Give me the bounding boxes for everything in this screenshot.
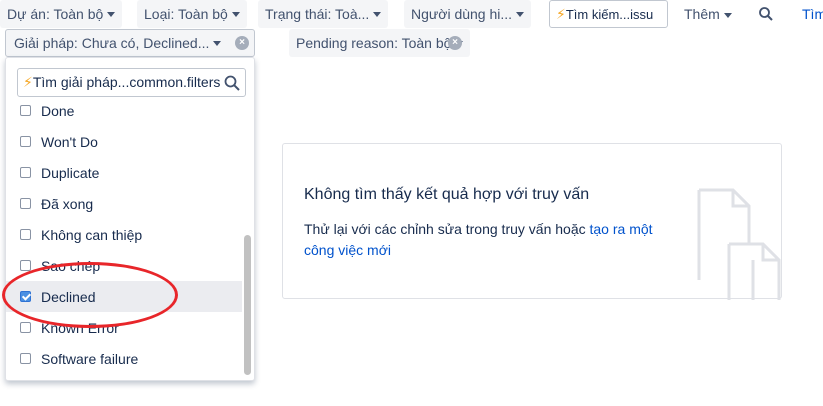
scrollbar[interactable] [244,235,251,375]
assignee-filter-label: Người dùng hi... [411,6,513,22]
option-software-failure[interactable]: Software failure [6,343,242,374]
checkbox[interactable] [20,105,31,116]
chevron-down-icon [231,11,240,17]
clear-resolution-icon[interactable]: × [235,36,249,50]
status-filter-label: Trạng thái: Toà... [265,6,370,22]
document-icon [697,188,781,300]
more-filters-button[interactable]: Thêm [684,0,732,28]
search-icon [224,75,240,91]
option-khong-can-thiep[interactable]: Không can thiệp [6,219,242,250]
option-label: Won't Do [41,133,98,150]
clear-pending-reason-icon[interactable]: × [448,36,462,50]
option-duplicate[interactable]: Duplicate [6,157,242,188]
option-declined[interactable]: Declined [6,281,242,312]
empty-state-panel: Không tìm thấy kết quả hợp với truy vấn … [282,143,782,300]
more-filters-label: Thêm [684,6,720,22]
option-label: Done [41,102,75,119]
project-filter[interactable]: Dự án: Toàn bộ [0,0,123,28]
option-done[interactable]: Done [6,98,242,126]
option-sao-chep[interactable]: Sao chép [6,250,242,281]
option-wont-do[interactable]: Won't Do [6,126,242,157]
resolution-option-list: Done Won't Do Duplicate Đã xong Không ca… [6,98,244,380]
empty-state-body: Thử lại với các chỉnh sửa trong truy vấn… [304,221,586,237]
checkbox[interactable] [20,136,31,147]
option-da-xong[interactable]: Đã xong [6,188,242,219]
option-label: Sao chép [41,257,101,274]
checkbox[interactable] [20,322,31,333]
option-label: Known Error [41,319,119,336]
issue-search-value: Tìm kiếm...issu [565,7,654,22]
project-filter-label: Dự án: Toàn bộ [7,6,104,22]
bolt-icon: ⚡ [23,74,33,90]
checkbox[interactable] [20,353,31,364]
switch-search-link[interactable]: Tìm [802,0,823,28]
empty-state-title: Không tìm thấy kết quả hợp với truy vấn [304,186,590,203]
status-filter[interactable]: Trạng thái: Toà... [258,0,389,28]
checkbox[interactable] [20,291,31,302]
chevron-down-icon [213,40,222,46]
option-label: Declined [41,288,96,305]
assignee-filter[interactable]: Người dùng hi... [404,0,532,28]
pending-reason-filter[interactable]: Pending reason: Toàn bộ [289,29,471,57]
chevron-down-icon [723,12,732,18]
resolution-filter-label: Giải pháp: Chưa có, Declined... [14,35,210,51]
pending-reason-filter-label: Pending reason: Toàn bộ [296,35,452,51]
chevron-down-icon [107,11,116,17]
search-icon [759,7,773,21]
resolution-search-value: Tìm giải pháp...common.filters [32,74,221,90]
option-known-error[interactable]: Known Error [6,312,242,343]
checkbox[interactable] [20,229,31,240]
type-filter-label: Loại: Toàn bộ [144,6,228,22]
resolution-search-input[interactable]: ⚡Tìm giải pháp...common.filters [17,68,246,97]
issue-search-input[interactable]: ⚡Tìm kiếm...issu [549,0,668,28]
empty-state-message: Thử lại với các chỉnh sửa trong truy vấn… [304,219,674,261]
chevron-down-icon [373,11,382,17]
checkbox[interactable] [20,167,31,178]
bolt-icon: ⚡ [556,6,566,22]
chevron-down-icon [516,11,525,17]
option-label: Đã xong [41,195,94,212]
resolution-dropdown: ⚡Tìm giải pháp...common.filters Done Won… [5,57,255,381]
option-label: Duplicate [41,164,100,181]
option-label: Không can thiệp [41,226,143,243]
checkbox[interactable] [20,260,31,271]
search-button[interactable] [758,6,774,22]
resolution-filter[interactable]: Giải pháp: Chưa có, Declined... [5,29,255,57]
option-label: Software failure [41,350,139,367]
type-filter[interactable]: Loại: Toàn bộ [137,0,247,28]
checkbox[interactable] [20,198,31,209]
